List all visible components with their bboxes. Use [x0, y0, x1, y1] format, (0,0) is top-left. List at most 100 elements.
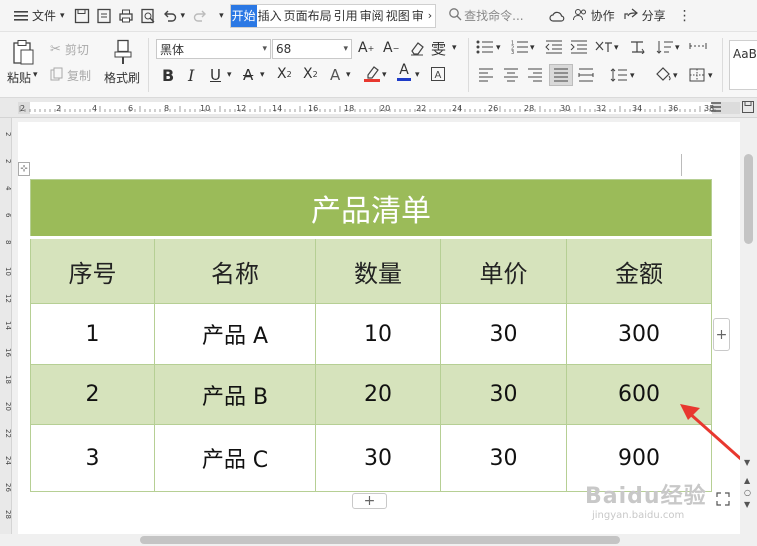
- save-icon[interactable]: [73, 7, 91, 25]
- chevron-down-icon[interactable]: ▾: [530, 43, 535, 53]
- horizontal-ruler[interactable]: 2 2 4 6 8 10 12 14 16 18 20 22 24 26 28 30 32 34 36 38: [0, 98, 757, 118]
- highlight-icon[interactable]: [364, 64, 380, 82]
- collaborate-button[interactable]: 协作: [568, 4, 619, 28]
- print-preview-icon[interactable]: [139, 7, 157, 25]
- add-row-button[interactable]: +: [352, 493, 387, 509]
- header-cell[interactable]: 金额: [565, 237, 713, 304]
- shading-icon[interactable]: [654, 66, 672, 82]
- header-cell[interactable]: 序号: [30, 237, 155, 304]
- increase-font-size-icon[interactable]: A +: [358, 40, 374, 56]
- tab-more[interactable]: 审: [411, 5, 425, 27]
- table-cell[interactable]: 30: [440, 303, 567, 365]
- font-size-select[interactable]: 68 ▾: [272, 39, 352, 59]
- tab-view[interactable]: 视图: [385, 5, 411, 27]
- clear-format-icon[interactable]: [409, 40, 425, 56]
- chevron-down-icon[interactable]: ▾: [227, 70, 232, 80]
- select-browse-object-icon[interactable]: ○: [744, 488, 751, 497]
- font-color-icon[interactable]: A: [397, 63, 411, 81]
- vertical-ruler[interactable]: 2 2 4 6 8 10 12 14 16 18 20 22 24 26 28: [0, 118, 12, 534]
- paste-dropdown-icon[interactable]: ▾: [33, 70, 38, 80]
- chevron-down-icon[interactable]: ▾: [346, 70, 351, 80]
- file-menu[interactable]: 文件 ▾: [6, 4, 69, 28]
- tabs-scroll-right-icon[interactable]: ›: [425, 9, 435, 22]
- align-left-icon[interactable]: [478, 68, 494, 82]
- distributed-align-icon[interactable]: [578, 68, 594, 82]
- chevron-down-icon[interactable]: ▾: [675, 43, 680, 53]
- copy-button[interactable]: 复制: [50, 66, 91, 84]
- product-table[interactable]: 产品清单 序号 名称 数量 单价 金额 1 产品 A 10 30 300 2 产…: [29, 179, 713, 492]
- fullscreen-icon[interactable]: [716, 492, 730, 509]
- share-button[interactable]: 分享: [619, 4, 670, 28]
- chinese-layout-icon[interactable]: [595, 40, 613, 54]
- cloud-sync-icon[interactable]: [548, 7, 566, 25]
- cut-button[interactable]: ✂ 剪切: [50, 40, 89, 58]
- text-effect-icon[interactable]: A: [330, 66, 340, 84]
- format-painter-label[interactable]: 格式刷: [104, 69, 140, 86]
- save-icon[interactable]: [741, 100, 755, 117]
- header-cell[interactable]: 数量: [315, 237, 441, 304]
- paste-button[interactable]: [8, 38, 38, 70]
- table-cell[interactable]: 20: [315, 364, 441, 425]
- table-cell[interactable]: 产品 A: [154, 303, 316, 365]
- scroll-down-icon[interactable]: ▼: [744, 458, 750, 467]
- italic-icon[interactable]: I: [188, 66, 194, 85]
- tab-home[interactable]: 开始: [230, 4, 257, 27]
- bullet-list-icon[interactable]: [476, 40, 494, 54]
- table-cell[interactable]: 产品 C: [154, 424, 316, 492]
- chevron-down-icon[interactable]: ▾: [708, 71, 713, 81]
- tab-page-layout[interactable]: 页面布局: [283, 5, 333, 27]
- horizontal-scrollbar[interactable]: [0, 534, 757, 546]
- chevron-down-icon[interactable]: ▾: [614, 43, 619, 53]
- text-direction-icon[interactable]: [629, 40, 647, 54]
- decrease-font-size-icon[interactable]: A −: [383, 40, 399, 56]
- hamburger-icon[interactable]: [709, 100, 723, 117]
- borders-icon[interactable]: [689, 68, 705, 82]
- scrollbar-thumb[interactable]: [744, 154, 753, 244]
- table-cell[interactable]: 300: [565, 303, 713, 365]
- table-cell[interactable]: 产品 B: [154, 364, 316, 425]
- previous-page-icon[interactable]: ▲: [744, 476, 750, 485]
- table-cell[interactable]: 30: [315, 424, 441, 492]
- table-cell[interactable]: 3: [30, 424, 155, 492]
- justify-icon[interactable]: [549, 64, 573, 86]
- chevron-down-icon[interactable]: ▾: [496, 43, 501, 53]
- style-gallery-item[interactable]: AaBl: [729, 40, 757, 90]
- table-cell[interactable]: 30: [440, 364, 567, 425]
- strikethrough-icon[interactable]: A: [243, 66, 253, 84]
- chevron-down-icon[interactable]: ▾: [452, 43, 457, 53]
- numbered-list-icon[interactable]: 123: [511, 40, 529, 54]
- table-cell[interactable]: 10: [315, 303, 441, 365]
- chevron-down-icon[interactable]: ▾: [673, 71, 678, 81]
- table-cell[interactable]: 1: [30, 303, 155, 365]
- tab-review[interactable]: 审阅: [359, 5, 385, 27]
- character-border-icon[interactable]: A: [430, 66, 446, 82]
- header-cell[interactable]: 单价: [440, 237, 567, 304]
- decrease-indent-icon[interactable]: [545, 40, 563, 54]
- scrollbar-thumb[interactable]: [140, 536, 620, 544]
- vertical-scrollbar[interactable]: ▼ ▲ ○ ▼: [740, 118, 757, 534]
- sort-icon[interactable]: [656, 40, 674, 54]
- header-cell[interactable]: 名称: [154, 237, 316, 304]
- undo-dropdown-icon[interactable]: ▾: [181, 11, 186, 21]
- print-icon[interactable]: [117, 7, 135, 25]
- undo-icon[interactable]: [161, 7, 179, 25]
- subscript-icon[interactable]: X2: [303, 66, 318, 82]
- underline-icon[interactable]: U: [210, 66, 221, 84]
- increase-indent-icon[interactable]: [570, 40, 588, 54]
- add-column-button[interactable]: +: [713, 318, 730, 351]
- chevron-down-icon[interactable]: ▾: [260, 70, 265, 80]
- table-cell[interactable]: 2: [30, 364, 155, 425]
- redo-icon[interactable]: [191, 7, 209, 25]
- table-move-handle-icon[interactable]: ⊹: [18, 162, 30, 176]
- phonetic-guide-icon[interactable]: 雯: [431, 38, 446, 59]
- chevron-down-icon[interactable]: ▾: [630, 71, 635, 81]
- table-cell[interactable]: 30: [440, 424, 567, 492]
- table-title[interactable]: 产品清单: [29, 179, 713, 239]
- command-search[interactable]: 查找命令...: [448, 7, 524, 24]
- export-pdf-icon[interactable]: [95, 7, 113, 25]
- tab-insert[interactable]: 插入: [257, 5, 283, 27]
- next-page-icon[interactable]: ▼: [744, 500, 750, 509]
- align-center-icon[interactable]: [503, 68, 519, 82]
- format-painter-button[interactable]: [110, 38, 136, 68]
- show-marks-icon[interactable]: [689, 40, 707, 54]
